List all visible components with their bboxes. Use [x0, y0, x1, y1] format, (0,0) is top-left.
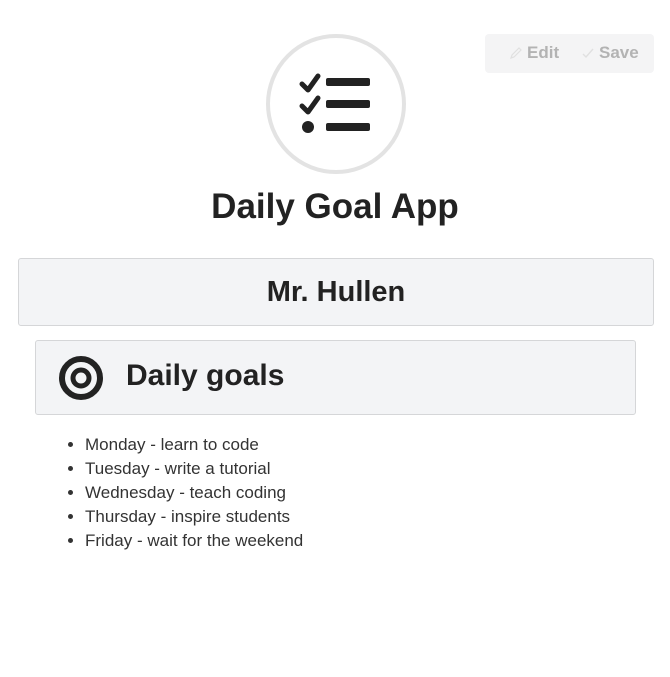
edit-label: Edit	[527, 43, 560, 62]
app-title: Daily Goal App	[211, 187, 459, 226]
list-item: Monday - learn to code	[85, 433, 303, 457]
list-item: Friday - wait for the weekend	[85, 529, 303, 553]
goals-title: Daily goals	[126, 359, 285, 392]
list-item: Wednesday - teach coding	[85, 481, 303, 505]
target-icon	[59, 356, 103, 400]
list-item: Thursday - inspire students	[85, 505, 303, 529]
app-page: Edit Save Daily Goal App Mr. Hullen Dail…	[0, 0, 670, 677]
app-logo	[266, 34, 406, 174]
daily-goals-panel: Daily goals	[35, 340, 636, 415]
edit-toolbar: Edit Save	[485, 34, 654, 73]
list-item: Tuesday - write a tutorial	[85, 457, 303, 481]
goal-list: Monday - learn to code Tuesday - write a…	[40, 433, 303, 553]
user-name-panel: Mr. Hullen	[18, 258, 654, 326]
pencil-icon	[509, 46, 523, 60]
checkmark-icon	[581, 46, 595, 60]
checklist-icon	[299, 73, 370, 133]
edit-button[interactable]: Edit	[509, 43, 559, 63]
user-name: Mr. Hullen	[266, 275, 406, 308]
save-button[interactable]: Save	[581, 43, 639, 63]
save-label: Save	[599, 43, 639, 62]
